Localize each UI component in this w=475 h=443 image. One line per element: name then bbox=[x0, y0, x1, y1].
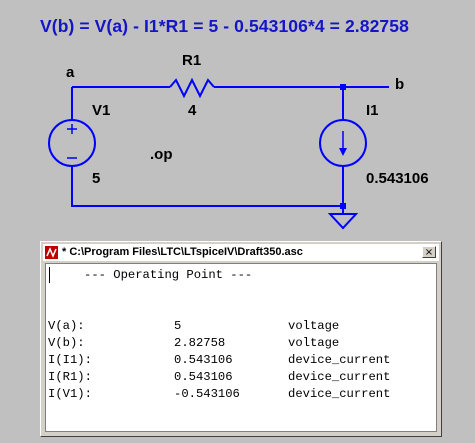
result-row: I(R1): 0.543106 device_current bbox=[48, 370, 438, 386]
ltspice-app-icon bbox=[45, 246, 58, 259]
result-value: 0.543106 bbox=[174, 370, 233, 384]
result-type: voltage bbox=[288, 319, 340, 333]
wire-node-b[interactable] bbox=[214, 86, 389, 120]
result-row: I(I1): 0.543106 device_current bbox=[48, 353, 438, 369]
result-row: V(b): 2.82758 voltage bbox=[48, 336, 438, 352]
result-value: 2.82758 bbox=[174, 336, 226, 350]
node-a-label: a bbox=[66, 64, 75, 81]
result-name: I(V1): bbox=[48, 387, 92, 401]
result-type: device_current bbox=[288, 353, 391, 367]
current-source-i1-value[interactable]: 0.543106 bbox=[366, 170, 429, 187]
window-titlebar[interactable]: * C:\Program Files\LTC\LTspiceIV\Draft35… bbox=[43, 244, 439, 261]
results-header: --- Operating Point --- bbox=[84, 268, 253, 282]
resistor-r1-name[interactable]: R1 bbox=[182, 52, 201, 69]
result-value: 5 bbox=[174, 319, 182, 333]
result-type: device_current bbox=[288, 387, 391, 401]
result-name: I(I1): bbox=[48, 353, 92, 367]
result-row: I(V1): -0.543106 device_current bbox=[48, 387, 438, 403]
equation-text: V(b) = V(a) - I1*R1 = 5 - 0.543106*4 = 2… bbox=[40, 16, 409, 36]
voltage-source-v1-name[interactable]: V1 bbox=[92, 102, 110, 119]
junction-dot-b bbox=[340, 84, 346, 90]
voltage-source-v1-value[interactable]: 5 bbox=[92, 170, 100, 187]
resistor-r1-symbol[interactable] bbox=[169, 77, 215, 99]
result-value: 0.543106 bbox=[174, 353, 233, 367]
arrow-head-icon bbox=[339, 148, 347, 156]
ground-icon bbox=[327, 213, 359, 230]
resistor-r1-value[interactable]: 4 bbox=[188, 102, 196, 119]
node-b-label: b bbox=[395, 76, 405, 93]
result-name: I(R1): bbox=[48, 370, 92, 384]
wire-ground[interactable] bbox=[71, 166, 344, 214]
result-type: device_current bbox=[288, 370, 391, 384]
close-button[interactable]: × bbox=[422, 246, 436, 258]
text-caret bbox=[49, 267, 50, 283]
result-name: V(a): bbox=[48, 319, 85, 333]
operating-point-results[interactable]: --- Operating Point --- V(a): 5 voltage … bbox=[45, 263, 437, 432]
result-name: V(b): bbox=[48, 336, 85, 350]
result-type: voltage bbox=[288, 336, 340, 350]
junction-dot-ground bbox=[340, 203, 346, 209]
current-source-i1-name[interactable]: I1 bbox=[366, 102, 379, 119]
op-directive[interactable]: .op bbox=[150, 146, 173, 163]
wire-node-a[interactable] bbox=[71, 86, 170, 120]
result-value: -0.543106 bbox=[174, 387, 240, 401]
window-title: * C:\Program Files\LTC\LTspiceIV\Draft35… bbox=[62, 246, 303, 258]
operating-point-window[interactable]: * C:\Program Files\LTC\LTspiceIV\Draft35… bbox=[40, 241, 442, 437]
plus-icon bbox=[67, 124, 77, 134]
result-row: V(a): 5 voltage bbox=[48, 319, 438, 335]
